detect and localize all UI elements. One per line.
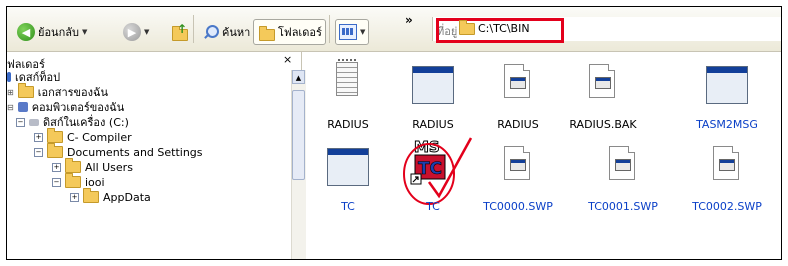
folder-icon xyxy=(47,128,63,143)
tree-item-my-documents[interactable]: ⊞ เอกสารของฉัน xyxy=(7,83,108,99)
folders-label: โฟลเดอร์ xyxy=(278,26,322,39)
back-label: ย้อนกลับ xyxy=(38,26,79,39)
system-file-icon xyxy=(504,64,530,98)
file-name: RADIUS xyxy=(327,118,369,131)
collapse-icon[interactable]: − xyxy=(52,177,61,187)
explorer-window: ◀ ย้อนกลับ ▼ ▶ ▼ ↑ ค้นหา โฟลเดอร์ ▼ » ที… xyxy=(6,6,782,260)
tree-item-label: Documents and Settings xyxy=(67,145,203,159)
tree-item-desktop[interactable]: เดสก์ท็อป xyxy=(7,70,60,84)
red-annotation-mark xyxy=(403,137,473,205)
tree-item-label: ดิสก์ในเครื่อง (C:) xyxy=(43,116,129,129)
forward-arrow-icon: ▶ xyxy=(123,23,141,41)
tree-item-c-compiler[interactable]: + C- Compiler xyxy=(34,128,132,144)
search-icon xyxy=(203,24,219,40)
toolbar-separator xyxy=(193,15,194,43)
program-window-icon xyxy=(412,66,454,104)
forward-button[interactable]: ▶ ▼ xyxy=(119,19,153,45)
file-item[interactable]: RADIUS xyxy=(480,58,556,136)
tree-item-all-users[interactable]: + All Users xyxy=(52,158,133,174)
file-item[interactable]: TASM2MSG xyxy=(689,58,765,136)
views-button[interactable]: ▼ xyxy=(335,19,370,45)
toolbar-separator xyxy=(329,15,330,43)
views-dropdown-icon: ▼ xyxy=(360,28,366,36)
folder-icon xyxy=(83,188,99,203)
system-file-icon xyxy=(713,146,739,180)
folder-icon xyxy=(459,19,475,35)
views-icon xyxy=(339,24,357,40)
program-window-icon xyxy=(706,66,748,104)
system-file-icon xyxy=(504,146,530,180)
tree-item-documents-and-settings[interactable]: − Documents and Settings xyxy=(34,143,203,159)
file-name: TC0001.SWP xyxy=(588,200,658,213)
back-button[interactable]: ◀ ย้อนกลับ ▼ xyxy=(13,19,91,45)
address-bar: ที่อยู่ C:\TC\BIN xyxy=(432,17,781,43)
disk-icon xyxy=(29,118,39,126)
collapse-icon[interactable]: − xyxy=(16,117,25,127)
toolbar: ◀ ย้อนกลับ ▼ ▶ ▼ ↑ ค้นหา โฟลเดอร์ ▼ » ที… xyxy=(7,7,781,52)
desktop-icon xyxy=(7,72,11,82)
expand-icon[interactable]: ⊞ xyxy=(7,88,14,97)
file-name: TC xyxy=(426,200,440,213)
tree-item-my-computer[interactable]: ⊟ คอมพิวเตอร์ของฉัน xyxy=(7,100,124,114)
file-name: RADIUS xyxy=(497,118,539,131)
up-button[interactable]: ↑ xyxy=(167,19,193,45)
computer-icon xyxy=(17,102,28,112)
file-name: RADIUS.BAK xyxy=(569,118,637,131)
forward-dropdown-icon[interactable]: ▼ xyxy=(144,28,149,36)
folders-pane: ฟลเดอร์ × เดสก์ท็อป ⊞ เอกสารของฉัน ⊟ คอม… xyxy=(7,52,306,259)
folder-icon xyxy=(17,83,34,98)
tree-item-label: All Users xyxy=(85,160,133,174)
search-label: ค้นหา xyxy=(222,26,251,39)
folders-button[interactable]: โฟลเดอร์ xyxy=(253,19,326,45)
expand-icon[interactable]: + xyxy=(52,162,61,172)
file-name: TC0000.SWP xyxy=(483,200,553,213)
program-window-icon xyxy=(327,148,369,186)
file-item[interactable]: TC0001.SWP xyxy=(585,140,661,218)
file-item[interactable]: RADIUS xyxy=(395,58,471,136)
tree-item-label: C- Compiler xyxy=(67,130,132,144)
folder-icon xyxy=(65,173,81,188)
toolbar-overflow-chevron[interactable]: » xyxy=(405,13,413,27)
back-arrow-icon: ◀ xyxy=(17,23,35,41)
file-item[interactable]: MS TC TC xyxy=(395,137,473,218)
folder-icon xyxy=(65,158,81,173)
expand-icon[interactable]: + xyxy=(34,132,43,142)
file-item[interactable]: TC xyxy=(310,140,386,218)
tree-item-label: AppData xyxy=(103,190,151,204)
file-item[interactable]: TC0000.SWP xyxy=(480,140,556,218)
folder-up-icon: ↑ xyxy=(171,22,189,41)
search-button[interactable]: ค้นหา xyxy=(199,19,254,45)
system-file-icon xyxy=(609,146,635,180)
close-icon[interactable]: × xyxy=(283,53,292,66)
file-item[interactable]: RADIUS xyxy=(310,58,386,136)
tree-item-appdata[interactable]: + AppData xyxy=(70,188,151,204)
file-list-pane: RADIUS RADIUS RADIUS RADIUS.BAK TASM2MSG… xyxy=(303,52,781,259)
file-name: TC0002.SWP xyxy=(692,200,762,213)
tree-item-label: iooi xyxy=(85,175,105,189)
back-dropdown-icon[interactable]: ▼ xyxy=(82,28,87,36)
notes-file-icon xyxy=(336,59,358,96)
file-item[interactable]: RADIUS.BAK xyxy=(565,58,641,136)
folders-icon xyxy=(257,25,275,41)
tree-item-iooi[interactable]: − iooi xyxy=(52,173,105,189)
collapse-icon[interactable]: − xyxy=(34,147,43,157)
file-name: TASM2MSG xyxy=(696,118,758,131)
tree-item-local-disk[interactable]: − ดิสก์ในเครื่อง (C:) xyxy=(16,115,129,129)
collapse-icon[interactable]: ⊟ xyxy=(7,103,14,112)
file-item[interactable]: TC0002.SWP xyxy=(689,140,765,218)
address-value: C:\TC\BIN xyxy=(478,22,530,35)
address-input[interactable]: C:\TC\BIN xyxy=(459,19,530,35)
folder-icon xyxy=(47,143,63,158)
expand-icon[interactable]: + xyxy=(70,192,79,202)
file-name: TC xyxy=(341,200,355,213)
system-file-icon xyxy=(589,64,615,98)
